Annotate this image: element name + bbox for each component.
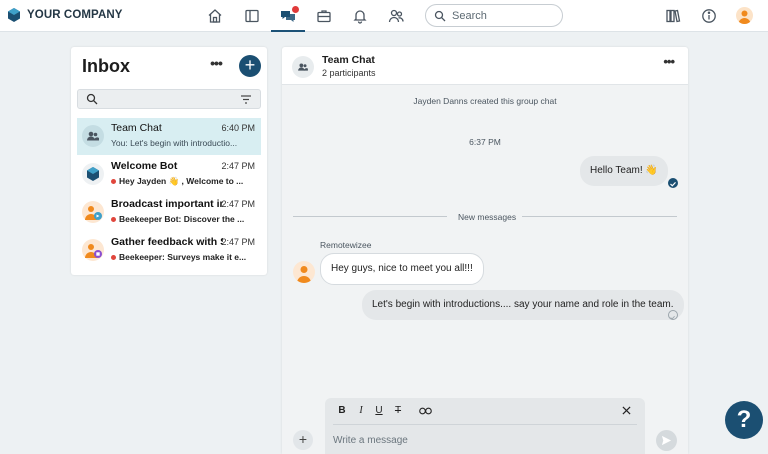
message-composer: B I U T	[325, 398, 645, 454]
bot-logo-icon	[82, 163, 104, 185]
news-icon[interactable]	[242, 6, 262, 26]
conversation-preview: Beekeeper Bot: Discover the ...	[111, 214, 259, 224]
global-search[interactable]	[425, 4, 563, 27]
conversation-title: Welcome Bot	[111, 160, 178, 172]
logo-icon	[8, 8, 20, 22]
send-icon	[661, 435, 672, 446]
conversation-title: Team Chat	[111, 122, 162, 134]
conversation-title: Gather feedback with S...	[111, 236, 223, 248]
chat-header: Team Chat 2 participants •••	[282, 47, 688, 85]
bell-icon[interactable]	[350, 6, 370, 26]
user-avatar[interactable]	[736, 7, 753, 24]
search-icon	[86, 93, 98, 105]
read-check-icon	[668, 178, 678, 188]
broadcast-avatar-icon	[82, 201, 104, 223]
conversation-time: 6:40 PM	[221, 123, 255, 133]
link-icon[interactable]	[418, 407, 432, 418]
strikethrough-button[interactable]: T	[391, 405, 405, 416]
unread-dot	[111, 179, 116, 184]
help-button[interactable]: ?	[725, 401, 763, 439]
inbox-title: Inbox	[82, 56, 130, 76]
unread-dot	[111, 216, 116, 222]
chat-participants[interactable]: 2 participants	[322, 68, 376, 78]
sent-check-icon	[668, 310, 678, 320]
message-sender[interactable]: Remotewizee	[320, 240, 372, 250]
underline-button[interactable]: U	[372, 405, 386, 416]
inbox-more-options-icon[interactable]: •••	[207, 56, 225, 74]
incoming-message[interactable]: Hey guys, nice to meet you all!!!	[320, 253, 484, 285]
chat-title[interactable]: Team Chat	[322, 54, 375, 66]
conversation-item-feedback[interactable]: Gather feedback with S... 2:47 PM Beekee…	[77, 232, 261, 269]
conversation-time: 2:47 PM	[221, 199, 255, 209]
message-input[interactable]	[333, 431, 613, 449]
chat-more-options-icon[interactable]: •••	[663, 55, 675, 68]
conversation-item-team-chat[interactable]: Team Chat 6:40 PM You: Let's begin with …	[77, 118, 261, 155]
home-icon[interactable]	[205, 6, 225, 26]
search-icon	[434, 10, 446, 21]
survey-avatar-icon	[82, 239, 104, 261]
chat-panel: Team Chat 2 participants ••• Jayden Dann…	[282, 47, 688, 454]
top-navigation-bar: YOUR COMPANY	[0, 0, 768, 32]
bold-button[interactable]: B	[335, 405, 349, 416]
italic-button[interactable]: I	[354, 405, 368, 416]
new-messages-divider-left	[293, 216, 447, 217]
conversation-preview: Hey Jayden 👋 , Welcome to ...	[111, 176, 259, 187]
outgoing-message[interactable]: Hello Team! 👋	[580, 156, 668, 186]
send-button[interactable]	[656, 430, 677, 451]
attach-button[interactable]: +	[293, 430, 313, 450]
people-icon[interactable]	[386, 6, 406, 26]
info-icon[interactable]	[699, 6, 719, 26]
conversation-title: Broadcast important inf...	[111, 198, 223, 210]
composer-divider	[333, 424, 637, 425]
notification-dot	[292, 6, 299, 13]
unread-dot	[111, 254, 116, 260]
conversation-item-welcome-bot[interactable]: Welcome Bot 2:47 PM Hey Jayden 👋 , Welco…	[77, 156, 261, 193]
search-input[interactable]	[452, 9, 552, 22]
inbox-search-field[interactable]	[77, 89, 261, 109]
filter-icon[interactable]	[240, 94, 252, 105]
conversation-preview: Beekeeper: Surveys make it e...	[111, 252, 259, 262]
group-chat-icon	[82, 125, 104, 147]
conversation-preview: You: Let's begin with introductio...	[111, 138, 238, 148]
outgoing-message[interactable]: Let's begin with introductions.... say y…	[362, 290, 684, 320]
conversation-item-broadcast[interactable]: Broadcast important inf... 2:47 PM Beeke…	[77, 194, 261, 231]
library-icon[interactable]	[663, 6, 683, 26]
time-marker: 6:37 PM	[469, 137, 501, 147]
system-message: Jayden Danns created this group chat	[413, 96, 557, 106]
active-tab-indicator	[271, 30, 305, 32]
new-messages-label: New messages	[458, 212, 517, 222]
inbox-panel: Inbox ••• + Team Chat 6:40 PM You: Let's…	[71, 47, 267, 275]
chat-icon[interactable]	[278, 6, 299, 26]
close-toolbar-icon[interactable]	[619, 406, 633, 418]
conversation-time: 2:47 PM	[221, 161, 255, 171]
new-messages-divider-right	[522, 216, 677, 217]
conversation-time: 2:47 PM	[221, 237, 255, 247]
new-chat-button[interactable]: +	[239, 55, 261, 77]
company-name: YOUR COMPANY	[27, 9, 123, 21]
workspaces-icon[interactable]	[314, 6, 334, 26]
sender-avatar[interactable]	[293, 261, 315, 283]
company-logo[interactable]: YOUR COMPANY	[7, 8, 123, 22]
group-chat-icon	[292, 56, 314, 78]
